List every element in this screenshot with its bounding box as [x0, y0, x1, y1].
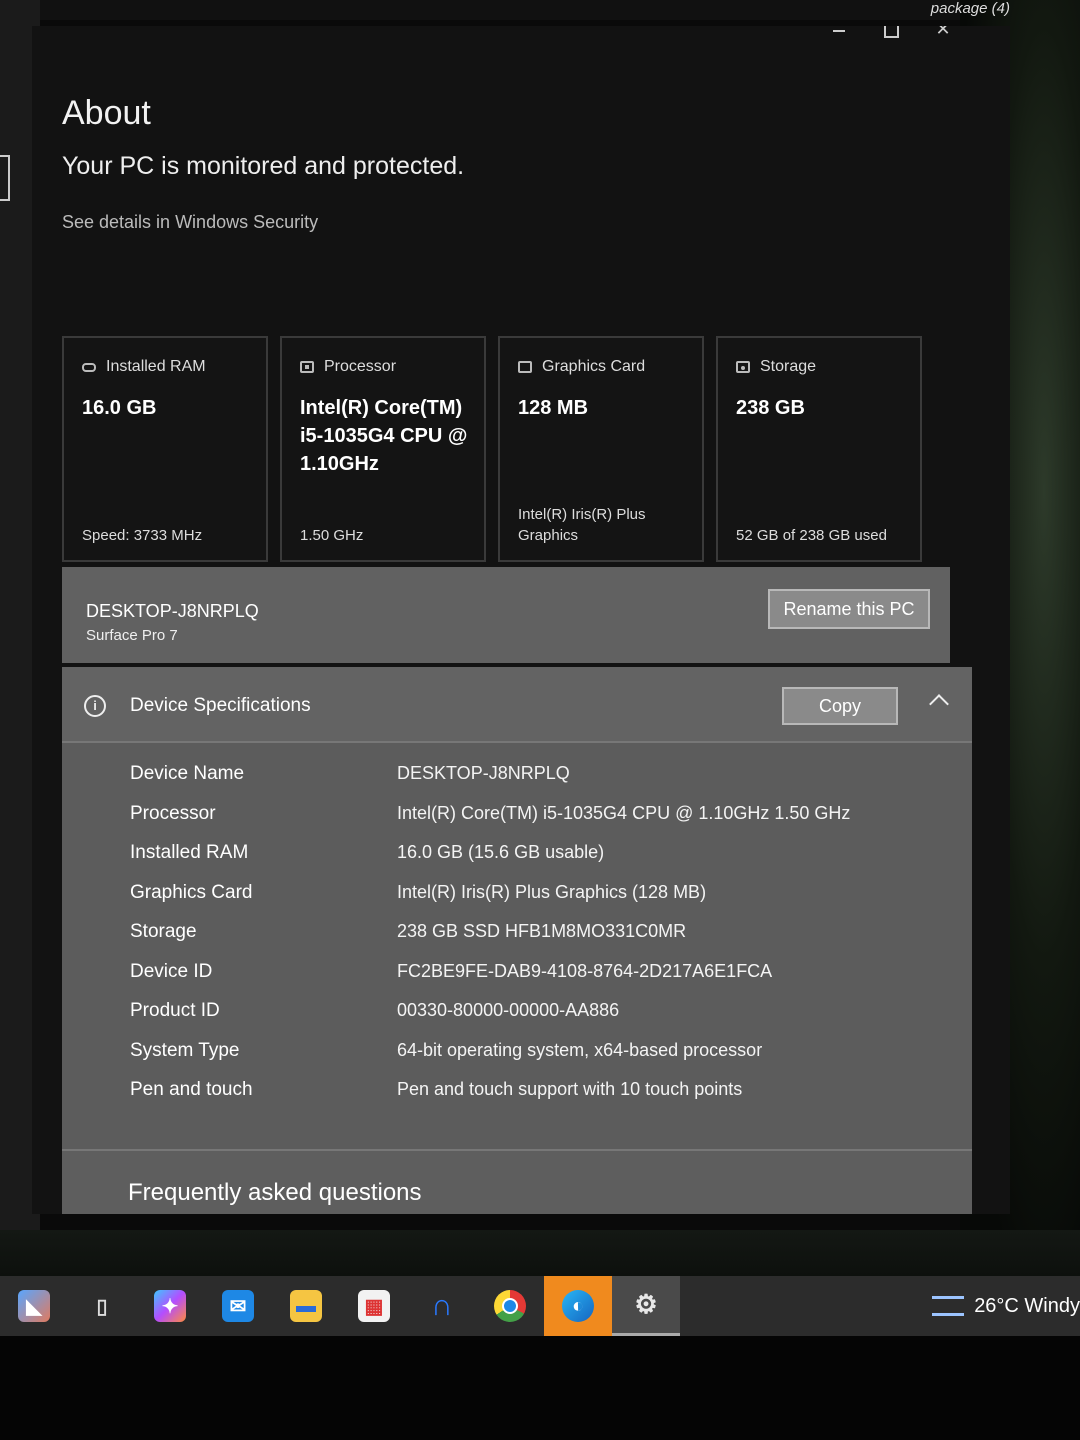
card-installed-ram: Installed RAM 16.0 GB Speed: 3733 MHz	[62, 336, 268, 562]
ram-icon	[82, 362, 96, 372]
spec-row-storage: Storage 238 GB SSD HFB1M8MO331C0MR	[62, 921, 972, 961]
microsoft-store-icon: ▦	[358, 1290, 390, 1322]
close-button[interactable]: ✕	[934, 26, 952, 38]
chrome-button[interactable]	[476, 1276, 544, 1336]
card-processor: Processor Intel(R) Core(TM) i5-1035G4 CP…	[280, 336, 486, 562]
pc-model: Surface Pro 7	[86, 627, 178, 644]
maximize-button[interactable]	[882, 26, 900, 38]
spec-label: Processor	[130, 802, 216, 824]
spec-row-device-name: Device Name DESKTOP-J8NRPLQ	[62, 763, 972, 803]
task-view-button[interactable]: ▯	[68, 1276, 136, 1336]
background-window-edge	[0, 155, 10, 201]
card-value: 128 MB	[518, 397, 589, 419]
card-value: 238 GB	[736, 397, 805, 419]
settings-window: ✕ About Your PC is monitored and protect…	[32, 26, 1010, 1214]
card-value: 16.0 GB	[82, 397, 157, 419]
onenote-button[interactable]: ∩	[408, 1276, 476, 1336]
protection-status: Your PC is monitored and protected.	[62, 152, 465, 180]
page-title: About	[62, 94, 151, 132]
card-sub: Intel(R) Iris(R) Plus Graphics	[518, 506, 646, 544]
card-label: Processor	[324, 358, 397, 375]
copilot-button[interactable]: ✦	[136, 1276, 204, 1336]
background-window-title: package (4)	[930, 0, 1010, 17]
spec-label: Product ID	[130, 1000, 220, 1021]
faq-section[interactable]: Frequently asked questions	[62, 1149, 972, 1214]
spec-value: FC2BE9FE-DAB9-4108-8764-2D217A6E1FCA	[397, 960, 773, 981]
copy-button[interactable]: Copy	[782, 687, 898, 725]
microsoft-store-button[interactable]: ▦	[340, 1276, 408, 1336]
desktop-background-bottom	[0, 1230, 1080, 1276]
widgets-icon: ◣	[18, 1290, 50, 1322]
card-label: Storage	[760, 358, 817, 375]
file-explorer-button[interactable]: ▬	[272, 1276, 340, 1336]
chevron-up-icon[interactable]	[929, 694, 949, 714]
spec-row-graphics-card: Graphics Card Intel(R) Iris(R) Plus Grap…	[62, 882, 972, 922]
spec-label: Device ID	[130, 960, 213, 982]
screen-bezel	[0, 1336, 1080, 1440]
card-label: Graphics Card	[542, 358, 646, 375]
processor-icon	[300, 361, 314, 373]
taskbar: ◣ ▯ ✦ ✉ ▬ ▦ ∩ ◐ ⚙ 26°C Windy	[0, 1276, 1080, 1336]
graphics-card-icon	[518, 361, 532, 373]
desktop-background-top	[0, 0, 1080, 20]
window-controls: ✕	[830, 26, 952, 38]
weather-widget[interactable]: 26°C Windy	[932, 1276, 1080, 1336]
card-storage: Storage 238 GB 52 GB of 238 GB used	[716, 336, 922, 562]
card-sub: 52 GB of 238 GB used	[736, 527, 887, 544]
firefox-button[interactable]: ◐	[544, 1276, 612, 1336]
firefox-icon: ◐	[562, 1290, 594, 1322]
device-specifications-title: Device Specifications	[130, 695, 311, 716]
card-graphics-card: Graphics Card 128 MB Intel(R) Iris(R) Pl…	[498, 336, 704, 562]
spec-row-processor: Processor Intel(R) Core(TM) i5-1035G4 CP…	[62, 803, 972, 843]
device-specifications-header[interactable]: i Device Specifications Copy	[62, 667, 972, 743]
copilot-icon: ✦	[154, 1290, 186, 1322]
spec-label: Storage	[130, 921, 197, 942]
spec-value: 238 GB SSD HFB1M8MO331C0MR	[397, 921, 687, 941]
spec-value: DESKTOP-J8NRPLQ	[397, 763, 570, 783]
spec-row-pen-and-touch: Pen and touch Pen and touch support with…	[62, 1079, 972, 1119]
settings-icon: ⚙	[634, 1289, 658, 1319]
minimize-button[interactable]	[830, 26, 848, 38]
spec-row-system-type: System Type 64-bit operating system, x64…	[62, 1040, 972, 1080]
spec-list: Device Name DESKTOP-J8NRPLQ Processor In…	[62, 763, 972, 1119]
weather-text: 26°C Windy	[974, 1294, 1080, 1317]
spec-label: Pen and touch	[130, 1079, 253, 1100]
windows-security-link[interactable]: See details in Windows Security	[62, 212, 318, 233]
spec-value: 00330-80000-00000-AA886	[397, 1000, 620, 1020]
spec-value: 64-bit operating system, x64-based proce…	[397, 1039, 763, 1060]
mail-button[interactable]: ✉	[204, 1276, 272, 1336]
card-value: Intel(R) Core(TM) i5-1035G4 CPU @ 1.10GH…	[300, 397, 468, 475]
spec-value: Pen and touch support with 10 touch poin…	[397, 1079, 743, 1099]
pc-name-bar: DESKTOP-J8NRPLQ Surface Pro 7 Rename thi…	[62, 567, 950, 663]
spec-label: Device Name	[130, 763, 245, 784]
info-icon: i	[84, 695, 106, 717]
spec-label: System Type	[130, 1039, 240, 1061]
spec-value: Intel(R) Core(TM) i5-1035G4 CPU @ 1.10GH…	[397, 802, 851, 823]
chrome-icon	[494, 1290, 526, 1322]
card-sub: Speed: 3733 MHz	[82, 527, 203, 544]
spec-label: Graphics Card	[130, 881, 253, 903]
spec-value: 16.0 GB (15.6 GB usable)	[397, 842, 605, 862]
widgets-button[interactable]: ◣	[0, 1276, 68, 1336]
onenote-icon: ∩	[431, 1289, 453, 1322]
summary-cards: Installed RAM 16.0 GB Speed: 3733 MHz Pr…	[62, 336, 922, 562]
storage-icon	[736, 361, 750, 373]
device-specifications-panel: i Device Specifications Copy Device Name…	[62, 667, 972, 1214]
spec-row-installed-ram: Installed RAM 16.0 GB (15.6 GB usable)	[62, 842, 972, 882]
spec-label: Installed RAM	[130, 842, 249, 863]
pc-name: DESKTOP-J8NRPLQ	[86, 601, 259, 621]
card-sub: 1.50 GHz	[300, 527, 364, 544]
file-explorer-icon: ▬	[290, 1290, 322, 1322]
mail-icon: ✉	[222, 1290, 254, 1322]
spec-value: Intel(R) Iris(R) Plus Graphics (128 MB)	[397, 881, 707, 902]
task-view-icon: ▯	[96, 1295, 108, 1318]
spec-row-device-id: Device ID FC2BE9FE-DAB9-4108-8764-2D217A…	[62, 961, 972, 1001]
wind-icon	[932, 1296, 965, 1316]
faq-title: Frequently asked questions	[128, 1179, 422, 1206]
rename-pc-button[interactable]: Rename this PC	[768, 589, 930, 629]
card-label: Installed RAM	[106, 358, 206, 375]
spec-row-product-id: Product ID 00330-80000-00000-AA886	[62, 1000, 972, 1040]
settings-button[interactable]: ⚙	[612, 1276, 680, 1336]
